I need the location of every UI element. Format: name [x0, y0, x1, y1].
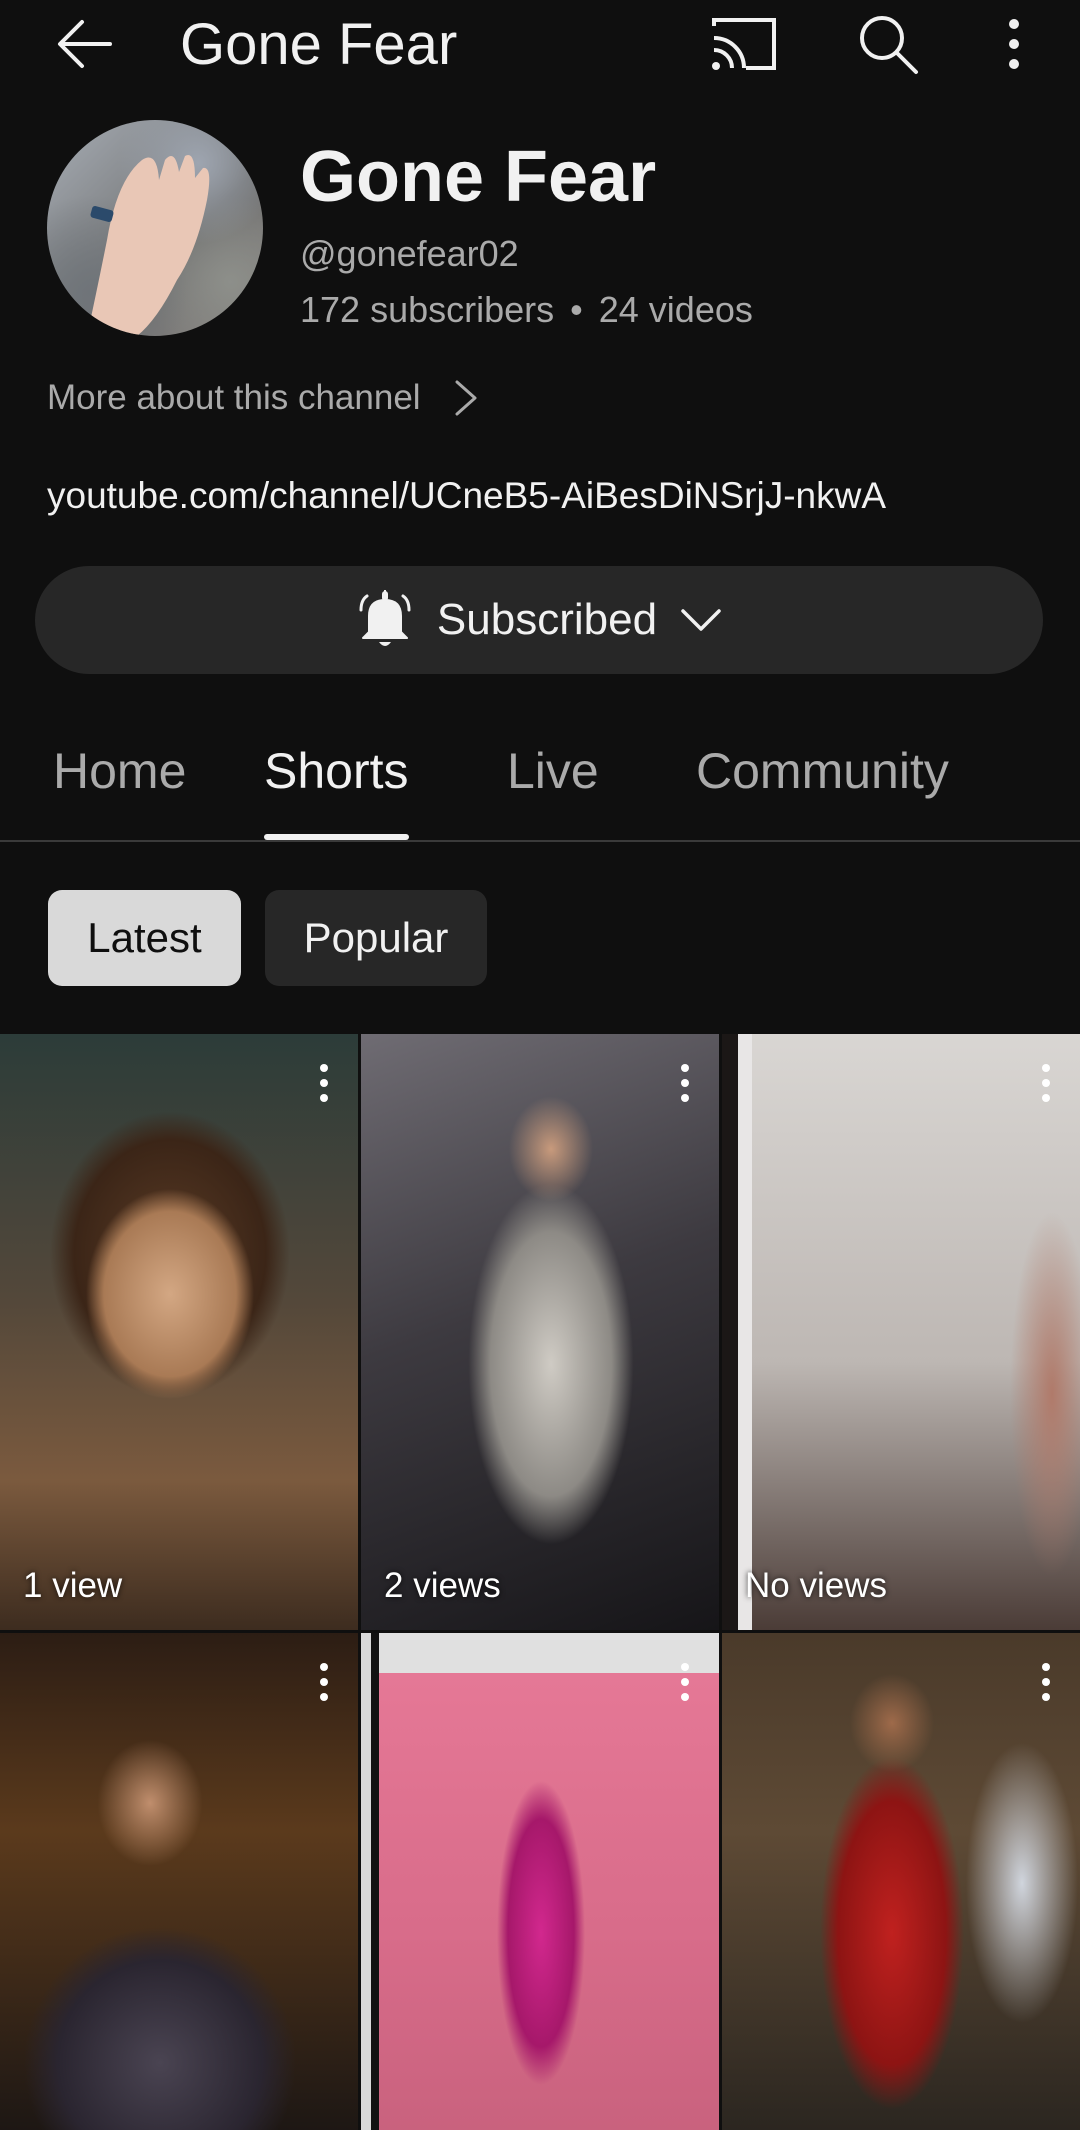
short-view-count: 2 views [384, 1566, 501, 1605]
tab-live-label: Live [507, 743, 599, 799]
more-vert-icon[interactable] [679, 1064, 691, 1106]
tab-shorts-label: Shorts [264, 743, 409, 799]
active-tab-indicator [264, 834, 409, 840]
hand-image [87, 154, 210, 336]
short-thumbnail [0, 1633, 358, 2130]
more-vert-icon[interactable] [1040, 1663, 1052, 1705]
short-view-count: No views [745, 1566, 887, 1605]
bell-icon [359, 590, 411, 646]
chip-latest[interactable]: Latest [48, 890, 241, 986]
short-tile[interactable]: 2 views [361, 1034, 719, 1630]
app-bar-title: Gone Fear [180, 12, 458, 77]
app-bar: Gone Fear [0, 0, 1080, 90]
short-tile[interactable] [361, 1633, 719, 2130]
tab-shorts[interactable]: Shorts [264, 728, 409, 840]
more-about-channel-link[interactable]: More about this channel [47, 376, 481, 420]
short-thumbnail [722, 1633, 1080, 2130]
channel-name: Gone Fear [300, 137, 657, 217]
channel-url-link[interactable]: youtube.com/channel/UCneB5-AiBesDiNSrjJ-… [47, 472, 886, 520]
channel-handle: @gonefear02 [300, 233, 519, 274]
short-thumbnail [722, 1034, 1080, 1630]
short-tile[interactable] [0, 1633, 358, 2130]
more-vert-icon[interactable] [318, 1064, 330, 1106]
chevron-down-icon [681, 609, 721, 631]
subscriber-count: 172 subscribers [300, 289, 555, 330]
back-arrow-icon[interactable] [52, 12, 116, 76]
cast-icon[interactable] [706, 12, 782, 76]
more-about-label: More about this channel [47, 378, 421, 417]
more-vert-icon[interactable] [679, 1663, 691, 1705]
short-tile[interactable]: 1 view [0, 1034, 358, 1630]
channel-avatar[interactable] [47, 120, 263, 336]
stats-separator: • [570, 289, 583, 330]
search-icon[interactable] [854, 10, 922, 78]
short-tile[interactable] [722, 1633, 1080, 2130]
tab-live[interactable]: Live [507, 728, 599, 840]
short-tile[interactable]: No views [722, 1034, 1080, 1630]
channel-stats: 172 subscribers • 24 videos [300, 288, 753, 332]
chip-popular[interactable]: Popular [265, 890, 487, 986]
short-thumbnail [361, 1034, 719, 1630]
more-vert-icon[interactable] [990, 12, 1038, 76]
short-view-count: 1 view [23, 1566, 123, 1605]
short-thumbnail [0, 1034, 358, 1630]
channel-tabs: Home Shorts Live Community [0, 728, 1080, 842]
more-vert-icon[interactable] [318, 1663, 330, 1705]
more-vert-icon[interactable] [1040, 1064, 1052, 1106]
subscribed-label: Subscribed [436, 595, 658, 644]
tab-home[interactable]: Home [53, 728, 186, 840]
tab-community[interactable]: Community [696, 728, 949, 840]
chevron-right-icon [455, 380, 477, 416]
tab-community-label: Community [696, 743, 949, 799]
short-thumbnail [361, 1633, 719, 2130]
subscribed-button[interactable]: Subscribed [35, 566, 1043, 674]
video-count: 24 videos [598, 289, 753, 330]
tab-home-label: Home [53, 743, 187, 799]
